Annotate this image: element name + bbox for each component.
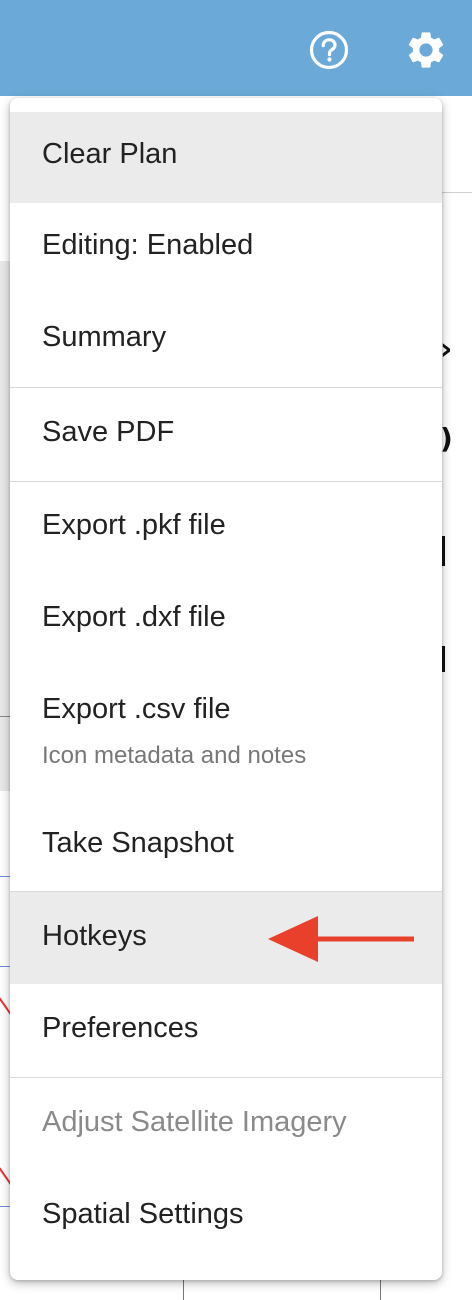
top-bar bbox=[0, 0, 472, 96]
menu-item-label: Export .dxf file bbox=[42, 601, 226, 633]
help-icon[interactable] bbox=[307, 28, 351, 72]
menu-item-spatial-settings[interactable]: Spatial Settings bbox=[10, 1170, 442, 1262]
menu-item-clear-plan[interactable]: Clear Plan bbox=[10, 112, 442, 203]
menu-item-label: Export .csv file bbox=[42, 693, 231, 725]
menu-item-sublabel: Icon metadata and notes bbox=[42, 742, 307, 769]
menu-item-label: Editing: Enabled bbox=[42, 229, 254, 261]
menu-item-label: Hotkeys bbox=[42, 920, 147, 952]
menu-item-label: Take Snapshot bbox=[42, 827, 234, 859]
gear-icon[interactable] bbox=[404, 28, 448, 72]
menu-item-editing[interactable]: Editing: Enabled bbox=[10, 203, 442, 295]
menu-item-summary[interactable]: Summary bbox=[10, 295, 442, 387]
red-arrow-icon bbox=[266, 912, 416, 973]
menu-item-label: Clear Plan bbox=[42, 138, 178, 170]
settings-menu: Clear Plan Editing: Enabled Summary Save… bbox=[10, 98, 442, 1280]
menu-item-save-pdf[interactable]: Save PDF bbox=[10, 388, 442, 481]
menu-item-export-dxf[interactable]: Export .dxf file bbox=[10, 574, 442, 666]
menu-item-label: Export .pkf file bbox=[42, 509, 226, 541]
menu-item-label: Save PDF bbox=[42, 416, 175, 448]
menu-item-adjust-satellite-imagery: Adjust Satellite Imagery bbox=[10, 1078, 442, 1170]
menu-item-label: Spatial Settings bbox=[42, 1198, 244, 1230]
menu-item-label: Summary bbox=[42, 321, 167, 353]
menu-item-export-csv[interactable]: Export .csv file Icon metadata and notes bbox=[10, 666, 442, 797]
menu-item-take-snapshot[interactable]: Take Snapshot bbox=[10, 797, 442, 891]
menu-item-label: Preferences bbox=[42, 1012, 199, 1044]
menu-item-preferences[interactable]: Preferences bbox=[10, 984, 442, 1077]
menu-item-export-pkf[interactable]: Export .pkf file bbox=[10, 482, 442, 574]
menu-item-label: Adjust Satellite Imagery bbox=[42, 1106, 347, 1138]
